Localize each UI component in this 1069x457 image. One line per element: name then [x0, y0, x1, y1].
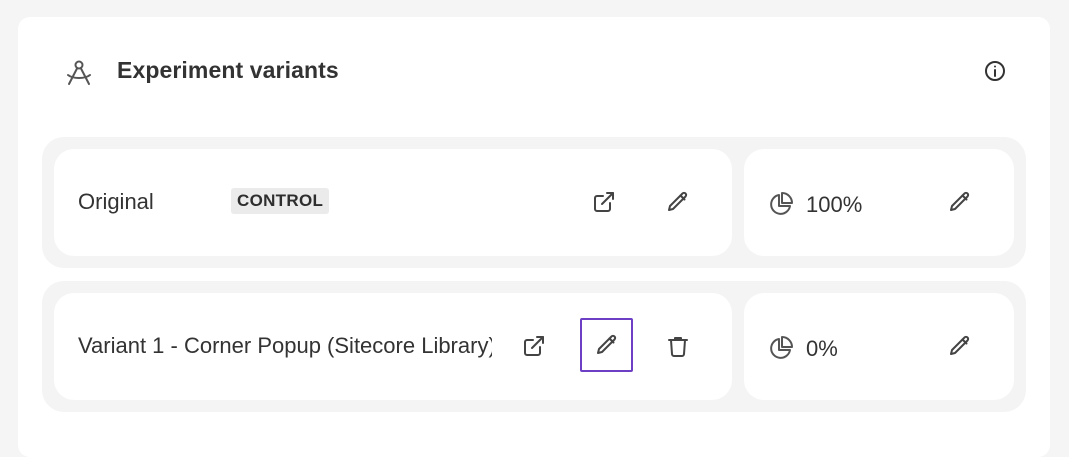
control-badge: CONTROL — [231, 188, 330, 214]
open-external-button[interactable] — [508, 320, 560, 372]
edit-split-button[interactable] — [934, 320, 986, 372]
split-card: 0% — [744, 293, 1014, 400]
variant-row-original: Original CONTROL 100% — [42, 137, 1026, 268]
open-external-button[interactable] — [578, 176, 630, 228]
panel-header: Experiment variants — [18, 17, 1050, 127]
pie-chart-icon — [768, 335, 794, 361]
compass-icon — [63, 57, 95, 89]
split-card: 100% — [744, 149, 1014, 256]
experiment-variants-panel: Experiment variants Original CONTROL 100… — [18, 17, 1050, 457]
traffic-split-value: 0% — [806, 336, 838, 361]
traffic-split-value: 100% — [806, 192, 863, 217]
open-external-icon — [524, 336, 544, 356]
variant-name: Variant 1 - Corner Popup (Sitecore Libra… — [78, 333, 492, 358]
edit-variant-button[interactable] — [652, 176, 704, 228]
trash-icon — [668, 337, 688, 357]
info-icon[interactable] — [983, 59, 1007, 83]
page-title: Experiment variants — [117, 57, 339, 83]
pencil-icon — [596, 334, 616, 354]
variant-name: Original — [78, 189, 154, 214]
open-external-icon — [594, 192, 614, 212]
pencil-icon — [668, 191, 688, 211]
edit-variant-button[interactable] — [580, 318, 633, 372]
variant-card: Variant 1 - Corner Popup (Sitecore Libra… — [54, 293, 732, 400]
edit-split-button[interactable] — [934, 176, 986, 228]
variant-card: Original CONTROL — [54, 149, 732, 256]
pencil-icon — [950, 335, 970, 355]
pencil-icon — [950, 191, 970, 211]
pie-chart-icon — [768, 191, 794, 217]
variant-row-variant-1: Variant 1 - Corner Popup (Sitecore Libra… — [42, 281, 1026, 412]
delete-variant-button[interactable] — [652, 320, 704, 372]
